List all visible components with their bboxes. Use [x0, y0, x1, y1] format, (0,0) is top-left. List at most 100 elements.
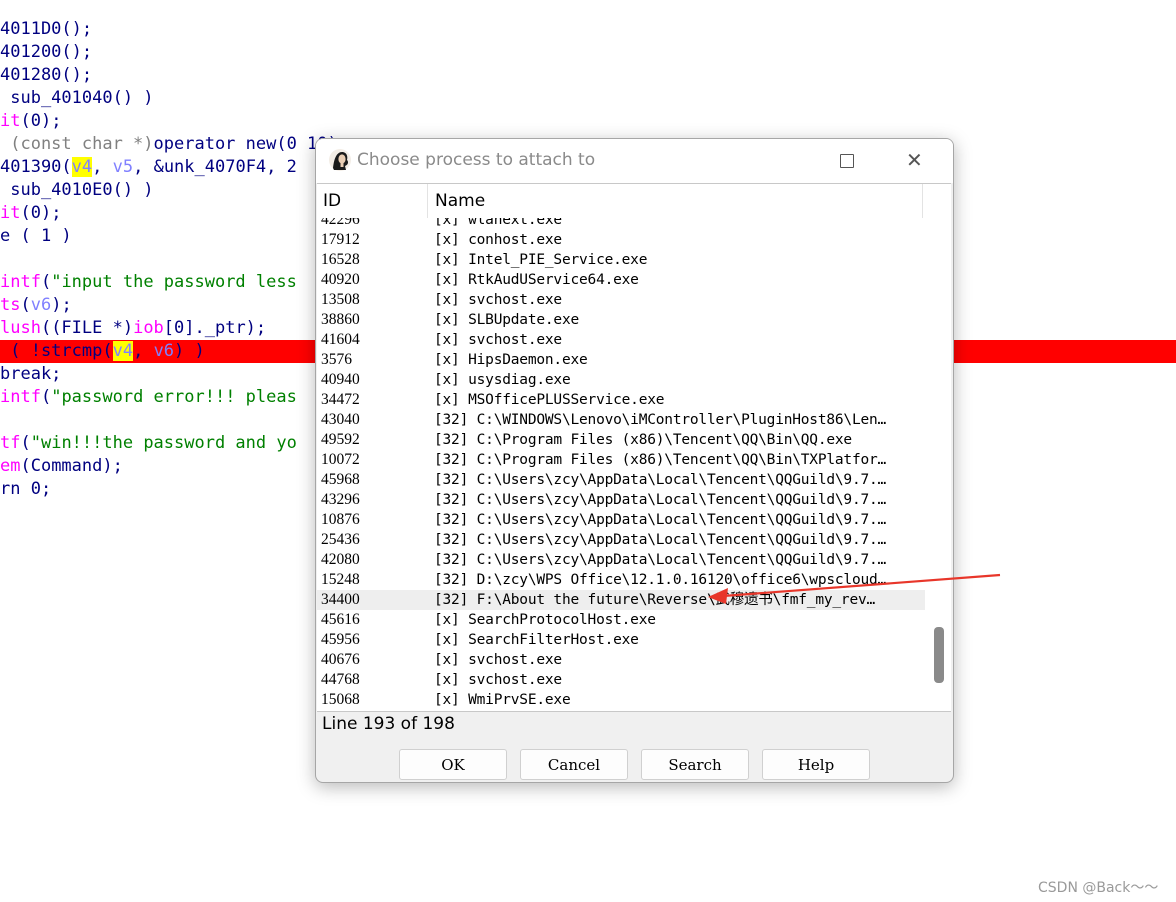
process-name: [x] SLBUpdate.exe — [434, 312, 580, 328]
status-line: Line 193 of 198 — [322, 714, 455, 734]
code-line: tf("win!!!the password and yo — [0, 432, 297, 455]
code-token: it — [0, 203, 21, 223]
code-token: ( — [40, 387, 52, 407]
process-name: [32] D:\zcy\WPS Office\12.1.0.16120\offi… — [434, 572, 887, 588]
process-name: [x] svchost.exe — [434, 332, 562, 348]
process-row[interactable]: 10072 [32] C:\Program Files (x86)\Tencent… — [317, 450, 925, 470]
process-row[interactable]: 38860 [x] SLBUpdate.exe — [317, 310, 925, 330]
process-list[interactable]: ID Name 42296 [x] wlanext.exe 17912 [x] con… — [317, 183, 951, 712]
column-header-id[interactable]: ID — [323, 191, 341, 211]
process-id: 44768 — [321, 671, 360, 688]
help-button[interactable]: Help — [762, 749, 870, 780]
code-line: rn 0; — [0, 478, 51, 501]
process-name: [32] C:\Users\zcy\AppData\Local\Tencent\… — [434, 472, 887, 488]
code-line: lush((FILE *)iob[0]._ptr); — [0, 317, 266, 340]
process-row[interactable]: 41604 [x] svchost.exe — [317, 330, 925, 350]
ok-button[interactable]: OK — [399, 749, 507, 780]
process-name: [x] svchost.exe — [434, 652, 562, 668]
process-id: 43296 — [321, 491, 360, 508]
process-id: 40676 — [321, 651, 360, 668]
process-row[interactable]: 40940 [x] usysdiag.exe — [317, 370, 925, 390]
code-line: it(0); — [0, 202, 61, 225]
process-id: 45616 — [321, 611, 360, 628]
code-token: (0); — [20, 203, 62, 223]
close-button[interactable]: ✕ — [888, 139, 946, 183]
process-name: [x] usysdiag.exe — [434, 372, 571, 388]
process-name: [x] svchost.exe — [434, 672, 562, 688]
column-divider[interactable] — [427, 184, 428, 218]
code-line: break; — [0, 363, 61, 386]
process-id: 38860 — [321, 311, 360, 328]
code-token: ( — [20, 433, 31, 453]
process-id: 34400 — [321, 591, 360, 608]
process-name: [32] C:\Users\zcy\AppData\Local\Tencent\… — [434, 552, 887, 568]
code-token: v6 — [30, 295, 52, 315]
code-line: ts(v6); — [0, 294, 72, 317]
process-id: 45956 — [321, 631, 360, 648]
process-row[interactable]: 45968 [32] C:\Users\zcy\AppData\Local\Ten… — [317, 470, 925, 490]
process-name: [32] C:\Users\zcy\AppData\Local\Tencent\… — [434, 492, 887, 508]
code-token: ( — [40, 272, 52, 292]
process-row[interactable]: 25436 [32] C:\Users\zcy\AppData\Local\Ten… — [317, 530, 925, 550]
process-row[interactable]: 44768 [x] svchost.exe — [317, 670, 925, 690]
code-token: "input the password less — [51, 272, 297, 292]
process-row-selected[interactable]: 34400 [32] F:\About the future\Reverse\武穆… — [317, 590, 925, 610]
code-line: em(Command); — [0, 455, 123, 478]
list-header: ID Name — [317, 184, 925, 218]
code-token: v5 — [112, 157, 134, 177]
process-row[interactable]: 49592 [32] C:\Program Files (x86)\Tencent… — [317, 430, 925, 450]
process-id: 3576 — [321, 351, 352, 368]
code-token: ); — [51, 295, 72, 315]
code-token: sub_401040() ) — [0, 88, 154, 108]
process-row[interactable]: 42080 [32] C:\Users\zcy\AppData\Local\Ten… — [317, 550, 925, 570]
code-token: v4 — [112, 341, 134, 361]
scrollbar-thumb[interactable] — [934, 627, 944, 683]
process-row[interactable]: 3576 [x] HipsDaemon.exe — [317, 350, 925, 370]
process-row[interactable]: 15248 [32] D:\zcy\WPS Office\12.1.0.16120… — [317, 570, 925, 590]
vertical-scrollbar[interactable] — [927, 184, 951, 711]
code-token: 401390( — [0, 157, 72, 177]
code-token: v6 — [153, 341, 175, 361]
maximize-button[interactable] — [818, 139, 876, 183]
process-name: [32] F:\About the future\Reverse\武穆遗书\fm… — [434, 592, 876, 608]
column-header-name[interactable]: Name — [435, 191, 485, 211]
process-row[interactable]: 16528 [x] Intel_PIE_Service.exe — [317, 250, 925, 270]
code-token: [0]._ptr); — [163, 318, 267, 338]
dialog-title: Choose process to attach to — [357, 150, 596, 170]
code-line: 401390(v4, v5, &unk_4070F4, 2 — [0, 156, 297, 179]
process-name: [x] MSOfficePLUSService.exe — [434, 392, 665, 408]
code-token: (0); — [20, 111, 62, 131]
process-id: 49592 — [321, 431, 360, 448]
process-row[interactable]: 45616 [x] SearchProtocolHost.exe — [317, 610, 925, 630]
process-id: 40940 — [321, 371, 360, 388]
process-id: 16528 — [321, 251, 360, 268]
process-id: 13508 — [321, 291, 360, 308]
process-row[interactable]: 43296 [32] C:\Users\zcy\AppData\Local\Ten… — [317, 490, 925, 510]
code-token: break; — [0, 364, 62, 384]
process-row[interactable]: 42296 [x] wlanext.exe — [317, 218, 925, 230]
process-name: [x] WmiPrvSE.exe — [434, 692, 571, 708]
close-icon: ✕ — [906, 148, 923, 172]
process-name: [32] C:\Program Files (x86)\Tencent\QQ\B… — [434, 452, 887, 468]
process-row[interactable]: 43040 [32] C:\WINDOWS\Lenovo\iMController… — [317, 410, 925, 430]
code-line: 401280(); — [0, 64, 92, 87]
code-token: ts — [0, 295, 21, 315]
code-token: intf — [0, 387, 41, 407]
process-id: 34472 — [321, 391, 360, 408]
dialog-titlebar[interactable]: Choose process to attach to ✕ — [316, 139, 953, 183]
process-row[interactable]: 40676 [x] svchost.exe — [317, 650, 925, 670]
process-row[interactable]: 17912 [x] conhost.exe — [317, 230, 925, 250]
code-line: intf("input the password less — [0, 271, 297, 294]
process-row[interactable]: 34472 [x] MSOfficePLUSService.exe — [317, 390, 925, 410]
cancel-button[interactable]: Cancel — [520, 749, 628, 780]
process-row[interactable]: 45956 [x] SearchFilterHost.exe — [317, 630, 925, 650]
code-token: em — [0, 456, 21, 476]
process-row[interactable]: 10876 [32] C:\Users\zcy\AppData\Local\Ten… — [317, 510, 925, 530]
process-id: 45968 — [321, 471, 360, 488]
process-row[interactable]: 13508 [x] svchost.exe — [317, 290, 925, 310]
process-row[interactable]: 40920 [x] RtkAudUService64.exe — [317, 270, 925, 290]
process-row[interactable]: 15068 [x] WmiPrvSE.exe — [317, 690, 925, 708]
search-button[interactable]: Search — [641, 749, 749, 780]
code-token: operator new(0 10) — [153, 134, 338, 154]
column-divider[interactable] — [922, 184, 923, 218]
